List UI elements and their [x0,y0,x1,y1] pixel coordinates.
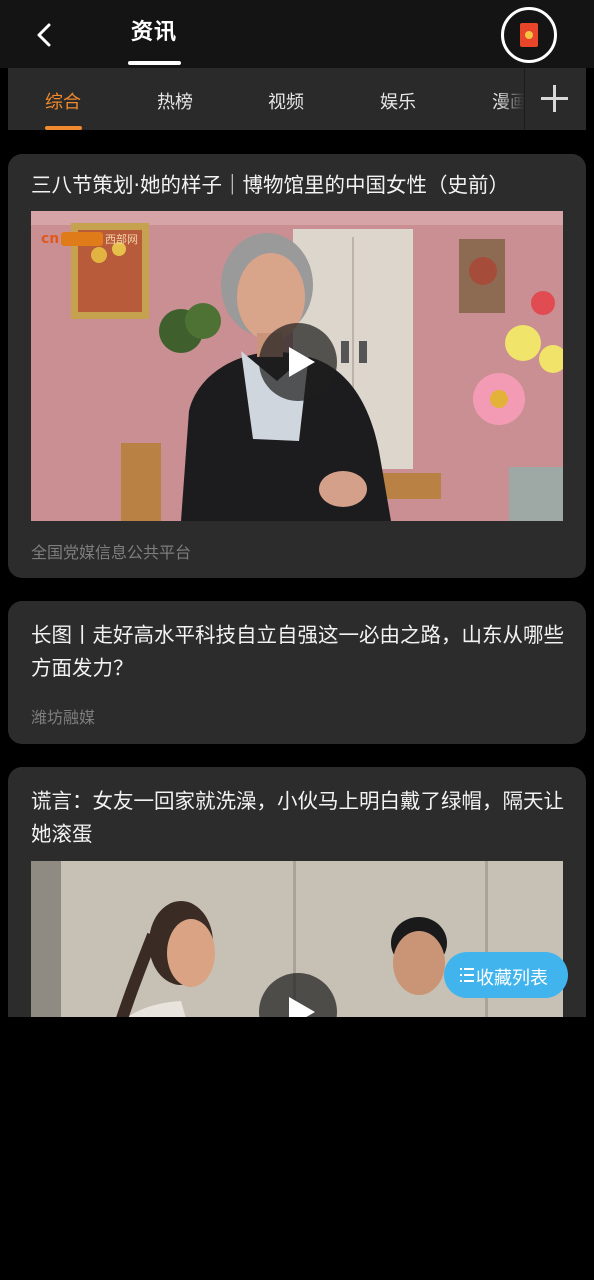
play-icon [289,997,315,1017]
svg-text:西部网: 西部网 [105,232,138,246]
favorites-list-button[interactable]: 收藏列表 [444,952,568,998]
category-tabs: 综合 热榜 视频 娱乐 漫画 [8,68,586,130]
svg-text:cn: cn [41,231,59,247]
news-source: 全国党媒信息公共平台 [31,543,192,562]
tab-hot-list[interactable]: 热榜 [157,88,193,114]
video-thumbnail[interactable]: cn 西部网 [31,211,563,521]
news-app: 资讯 综合 热榜 视频 娱乐 漫画 [0,0,594,1280]
news-feed[interactable]: 资讯 综合 热榜 视频 娱乐 漫画 [0,0,594,1017]
tab-entertainment[interactable]: 娱乐 [380,88,416,114]
page-title[interactable]: 资讯 [131,14,177,46]
top-bar: 资讯 [0,0,594,68]
play-button[interactable] [259,323,337,401]
title-active-indicator [128,61,181,65]
back-arrow-icon [37,23,51,47]
news-card[interactable]: 三八节策划·她的样子｜博物馆里的中国女性（史前） cn 西部网 全国党媒信息公共… [8,154,586,578]
red-packet-button[interactable] [501,7,557,63]
tabs-fade [498,68,524,130]
active-tab-indicator [45,126,82,130]
favorites-list-label: 收藏列表 [476,968,548,989]
news-title[interactable]: 长图丨走好高水平科技自立自强这一必由之路，山东从哪些方面发力？ [31,619,566,685]
list-icon [460,968,474,982]
red-packet-icon [520,23,538,47]
tab-general[interactable]: 综合 [45,88,81,114]
news-title[interactable]: 三八节策划·她的样子｜博物馆里的中国女性（史前） [31,169,566,202]
add-category-button[interactable] [524,68,586,130]
news-card[interactable]: 长图丨走好高水平科技自立自强这一必由之路，山东从哪些方面发力？ 潍坊融媒 [8,601,586,744]
play-icon [289,347,315,377]
tab-video[interactable]: 视频 [268,88,304,114]
back-button[interactable] [28,18,62,52]
news-title[interactable]: 谎言：女友一回家就洗澡，小伙马上明白戴了绿帽，隔天让她滚蛋 [31,785,566,851]
news-source: 潍坊融媒 [31,708,96,727]
